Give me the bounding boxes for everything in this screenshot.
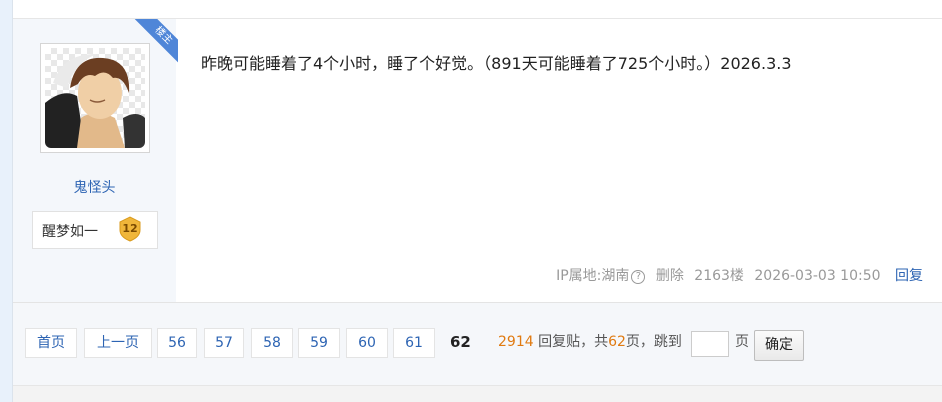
op-badge: 楼主 <box>134 19 178 63</box>
level-badge-icon: 12 <box>119 216 141 242</box>
post-meta: IP属地:湖南? 删除 2163楼 2026-03-03 10:50 回复 <box>550 265 923 285</box>
page-link[interactable]: 56 <box>157 328 197 358</box>
total-pages: 62 <box>608 334 626 350</box>
current-page: 62 <box>450 333 471 351</box>
avatar-image <box>45 48 145 148</box>
page-summary: 2914 回复贴，共62页，跳到 <box>498 328 682 356</box>
delete-link[interactable]: 删除 <box>656 268 684 284</box>
page-link[interactable]: 57 <box>204 328 244 358</box>
author-column: 鬼怪头 醒梦如一 12 楼主 <box>13 19 178 302</box>
avatar-illustration <box>45 53 145 148</box>
ip-location: IP属地:湖南 <box>556 268 630 284</box>
question-circle-icon[interactable]: ? <box>631 270 646 284</box>
post-content: 昨晚可能睡着了4个小时，睡了个好觉。（891天可能睡着了725个小时。）2026… <box>201 54 792 73</box>
level-name: 醒梦如一 <box>42 224 98 240</box>
author-username[interactable]: 鬼怪头 <box>13 177 176 197</box>
previous-post-edge <box>13 0 942 19</box>
page-link[interactable]: 59 <box>298 328 340 358</box>
jump-page-input[interactable] <box>691 331 729 357</box>
first-page-button[interactable]: 首页 <box>25 328 77 358</box>
page-link[interactable]: 61 <box>393 328 435 358</box>
post-time: 2026-03-03 10:50 <box>754 268 881 284</box>
reply-link[interactable]: 回复 <box>895 268 923 284</box>
confirm-jump-button[interactable]: 确定 <box>754 330 804 361</box>
bottom-strip <box>13 386 942 402</box>
post-floor: 鬼怪头 醒梦如一 12 楼主 昨晚可能睡着了4个小时，睡了个好觉。（891天可能… <box>13 19 942 303</box>
floor-number: 2163楼 <box>694 268 744 284</box>
page-link[interactable]: 58 <box>251 328 293 358</box>
level-number: 12 <box>122 222 137 235</box>
page-link[interactable]: 60 <box>346 328 388 358</box>
level-box[interactable]: 醒梦如一 12 <box>32 211 158 249</box>
op-ribbon: 楼主 <box>134 19 178 63</box>
page-frame: 鬼怪头 醒梦如一 12 楼主 昨晚可能睡着了4个小时，睡了个好觉。（891天可能… <box>12 0 942 402</box>
prev-page-button[interactable]: 上一页 <box>84 328 152 358</box>
jump-unit-label: 页 <box>735 334 749 350</box>
replies-label: 回复贴，共 <box>538 334 609 350</box>
pagination: 首页 上一页 56 57 58 59 60 61 62 2914 回复贴，共62… <box>13 303 942 386</box>
pages-unit: 页，跳到 <box>625 334 682 350</box>
total-replies: 2914 <box>498 334 534 350</box>
